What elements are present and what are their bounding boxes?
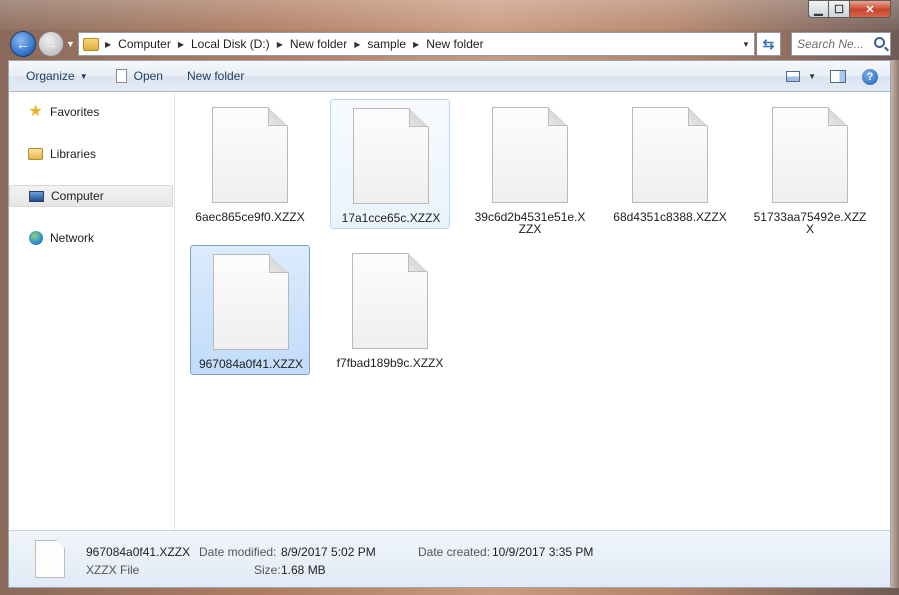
nav-item-favorites[interactable]: ★ Favorites — [9, 101, 173, 123]
file-icon — [632, 107, 708, 203]
breadcrumb-local-disk[interactable]: Local Disk (D:) ▶ — [191, 37, 290, 51]
chevron-right-icon: ▶ — [105, 39, 112, 49]
file-icon — [213, 254, 289, 350]
breadcrumb-sample[interactable]: sample ▶ — [367, 37, 426, 51]
search-box[interactable] — [791, 32, 891, 56]
command-bar: Organize ▼ Open New folder ▼ ? — [9, 61, 890, 92]
breadcrumb-root-arrow[interactable]: ▶ — [105, 40, 118, 49]
breadcrumb-new-folder[interactable]: New folder ▶ — [290, 37, 368, 51]
new-folder-label: New folder — [186, 69, 245, 83]
date-modified-label: Date modified: — [199, 545, 277, 559]
search-icon[interactable] — [874, 37, 885, 48]
arrow-left-icon: ← — [16, 36, 30, 52]
file-item[interactable]: 51733aa75492e.XZZX — [750, 99, 870, 235]
file-name: 68d4351c8388.XZZX — [613, 210, 727, 224]
window-border — [891, 60, 899, 588]
nav-item-network[interactable]: Network — [9, 227, 173, 249]
file-icon — [353, 108, 429, 204]
organize-label: Organize — [26, 69, 75, 83]
file-item[interactable]: 17a1cce65c.XZZX — [330, 99, 450, 229]
file-item[interactable]: 39c6d2b4531e51e.XZZX — [470, 99, 590, 235]
nav-item-libraries[interactable]: Libraries — [9, 143, 173, 165]
close-button[interactable]: ✕ — [850, 0, 891, 18]
chevron-right-icon[interactable]: ▶ — [413, 40, 419, 49]
file-icon — [772, 107, 848, 203]
breadcrumb-computer[interactable]: Computer ▶ — [118, 37, 191, 51]
address-row: ← → ▼ ▶ Computer ▶ Local Disk (D:) ▶ New f… — [8, 30, 891, 58]
navigation-pane: ★ Favorites Libraries Computer Network — [9, 93, 175, 530]
change-view-icon[interactable] — [786, 71, 801, 82]
chevron-right-icon[interactable]: ▶ — [277, 40, 283, 49]
file-item-selected[interactable]: 967084a0f41.XZZX — [190, 245, 310, 375]
file-item[interactable]: 6aec865ce9f0.XZZX — [190, 99, 310, 229]
nav-item-label: Network — [50, 231, 95, 245]
open-button[interactable]: Open — [107, 61, 172, 92]
view-options-dropdown[interactable]: ▼ — [808, 72, 816, 81]
file-list: 6aec865ce9f0.XZZX 17a1cce65c.XZZX 39c6d2… — [176, 93, 890, 530]
date-created-label: Date created: — [418, 545, 491, 559]
details-pane: 967084a0f41.XZZX XZZX File Date modified… — [9, 530, 890, 587]
file-icon — [352, 253, 428, 349]
maximize-button[interactable]: ☐ — [829, 0, 850, 18]
back-button[interactable]: ← — [10, 31, 36, 57]
refresh-button[interactable]: ⇆ — [757, 32, 781, 56]
file-name: f7fbad189b9c.XZZX — [336, 356, 444, 370]
nav-item-computer[interactable]: Computer — [9, 185, 173, 207]
nav-item-label: Favorites — [50, 105, 100, 119]
refresh-icon: ⇆ — [762, 35, 775, 52]
date-created-value: 10/9/2017 3:35 PM — [492, 545, 594, 559]
file-icon — [492, 107, 568, 203]
libraries-icon — [27, 146, 44, 162]
chevron-down-icon: ▼ — [79, 71, 88, 81]
explorer-window: ▁ ☐ ✕ ← → ▼ ▶ Computer ▶ Local Disk (D:) ▶… — [0, 0, 899, 595]
title-bar[interactable] — [0, 0, 899, 30]
file-item[interactable]: f7fbad189b9c.XZZX — [330, 245, 450, 375]
file-name: 967084a0f41.XZZX — [198, 357, 304, 371]
document-icon — [115, 69, 127, 83]
nav-item-label: Libraries — [50, 147, 97, 161]
details-file-type: XZZX File — [86, 563, 140, 577]
chevron-right-icon[interactable]: ▶ — [354, 40, 360, 49]
address-history-dropdown[interactable]: ▼ — [738, 33, 754, 55]
arrow-right-icon: → — [44, 36, 58, 52]
address-bar[interactable]: ▶ Computer ▶ Local Disk (D:) ▶ New folder ▶… — [78, 32, 755, 56]
details-file-name: 967084a0f41.XZZX — [86, 545, 191, 559]
minimize-button[interactable]: ▁ — [808, 0, 829, 18]
new-folder-button[interactable]: New folder — [178, 61, 253, 92]
open-label: Open — [133, 69, 163, 83]
recent-pages-dropdown[interactable]: ▼ — [66, 39, 75, 49]
computer-icon — [28, 188, 45, 204]
nav-item-label: Computer — [51, 189, 104, 203]
explorer-client-area: Organize ▼ Open New folder ▼ ? ★ Favorit… — [8, 60, 891, 588]
search-input[interactable] — [797, 37, 873, 51]
file-thumbnail-icon — [35, 540, 65, 578]
file-name: 17a1cce65c.XZZX — [341, 211, 441, 225]
chevron-right-icon[interactable]: ▶ — [178, 40, 184, 49]
command-bar-right: ▼ ? — [786, 61, 890, 92]
preview-pane-icon[interactable] — [830, 70, 846, 83]
folder-icon — [83, 37, 99, 51]
size-label: Size: — [254, 563, 281, 577]
file-item[interactable]: 68d4351c8388.XZZX — [610, 99, 730, 229]
file-name: 6aec865ce9f0.XZZX — [195, 210, 305, 224]
file-name: 39c6d2b4531e51e.XZZX — [474, 210, 586, 236]
network-icon — [27, 230, 44, 246]
file-name: 51733aa75492e.XZZX — [753, 210, 867, 236]
date-modified-value: 8/9/2017 5:02 PM — [281, 545, 376, 559]
breadcrumb-current-folder[interactable]: New folder — [426, 37, 483, 51]
organize-button[interactable]: Organize ▼ — [9, 61, 97, 92]
caption-buttons: ▁ ☐ ✕ — [808, 0, 891, 18]
size-value: 1.68 MB — [281, 563, 326, 577]
help-icon[interactable]: ? — [862, 68, 878, 85]
star-icon: ★ — [28, 103, 43, 120]
file-icon — [212, 107, 288, 203]
forward-button[interactable]: → — [38, 31, 64, 57]
